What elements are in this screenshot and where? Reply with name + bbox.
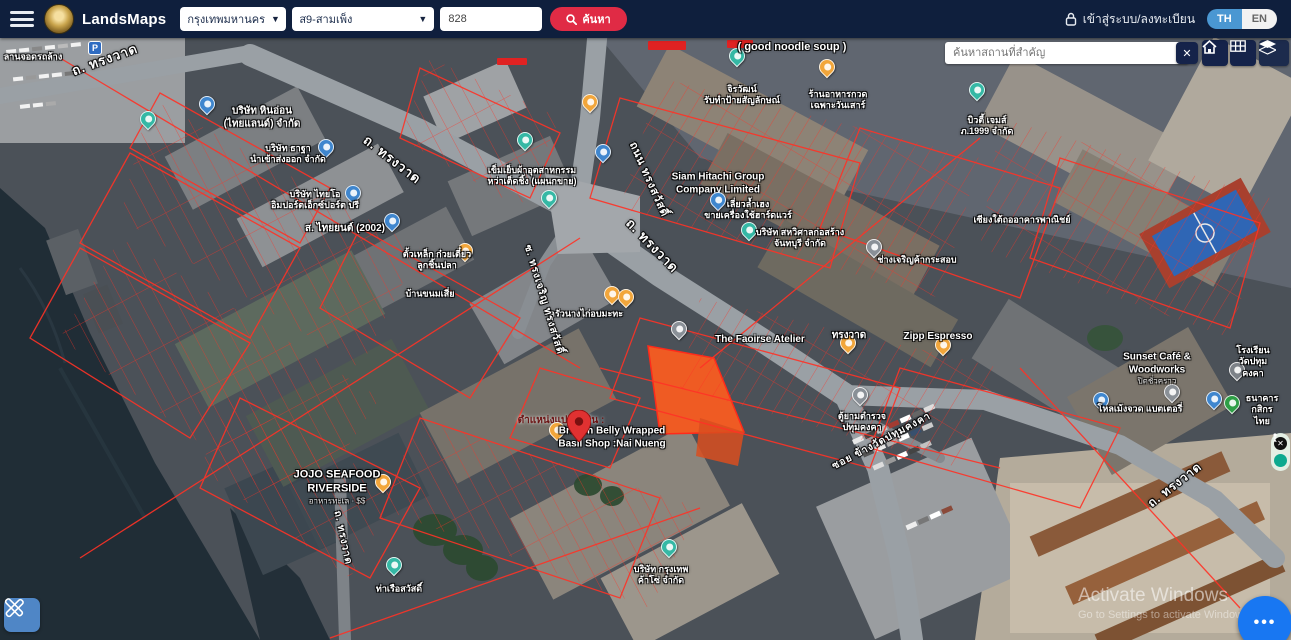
grid-button[interactable]: [1230, 40, 1256, 66]
map-poi-label[interactable]: JOJO SEAFOOD RIVERSIDEอาหารทะเล · $$: [294, 468, 381, 506]
measure-tools-button[interactable]: [4, 598, 40, 632]
layers-button[interactable]: [1259, 40, 1289, 66]
place-search-input[interactable]: [945, 42, 1189, 64]
map-poi-label[interactable]: บริษัท หินอ่อน (ไทยแลนด์) จำกัด: [224, 106, 301, 131]
lands-department-logo: [44, 4, 74, 34]
map-poi-label[interactable]: ท่าเรือสวัสดิ์: [376, 583, 422, 594]
map-poi-label[interactable]: โรงเรียนวัดปทุมคงคา: [1234, 345, 1272, 379]
map-poi-label[interactable]: Sunset Café & Woodworksปิดชั่วคราว: [1123, 352, 1191, 387]
map-poi-label[interactable]: บิวตี้ เจมส์ ภ.1999 จำกัด: [961, 115, 1014, 138]
map-poi-label[interactable]: ธนาคารกสิกรไทย: [1246, 393, 1279, 427]
map-poi-label[interactable]: เลี่ยวล้ำเฮง ขายเครื่องใช้ฮาร์ดแวร์: [704, 199, 792, 222]
home-icon: [1202, 40, 1217, 54]
top-navbar: LandsMaps กรุงเทพมหานคร▼ ส9-สามเพ็ง▼ ค้น…: [0, 0, 1291, 38]
language-toggle: TH EN: [1207, 9, 1277, 29]
clear-search-button[interactable]: ✕: [1176, 42, 1198, 64]
map-poi-label[interactable]: จิรวัฒน์ รับทำป้ายสัญลักษณ์: [704, 84, 780, 107]
map-poi-label[interactable]: The Faoirse Atelier: [715, 334, 805, 347]
pegman-icon[interactable]: [1274, 454, 1287, 467]
map-sheet-select[interactable]: ส9-สามเพ็ง▼: [292, 7, 434, 31]
map-poi-label[interactable]: ทรงวาด: [832, 330, 867, 343]
measure-tools-icon: [4, 598, 24, 618]
map-poi-label[interactable]: Zipp Espresso: [904, 331, 973, 344]
map-poi-label[interactable]: บริษัท สหวิศาลก่อสร้าง จันทบุรี จำกัด: [756, 227, 844, 250]
map-poi-label[interactable]: ช่างเจริญค้ากระสอบ: [877, 254, 956, 265]
chat-button[interactable]: •••: [1238, 596, 1291, 640]
chevron-down-icon: ▼: [271, 14, 280, 24]
parcel-number-input[interactable]: [440, 7, 542, 31]
map-viewport: P ลานจอดรถล้าง( good noodle soup )จิรวัฒ…: [0, 38, 1291, 640]
search-button[interactable]: ค้นหา: [550, 7, 626, 31]
satellite-map-canvas[interactable]: [0, 38, 1291, 640]
chevron-down-icon: ▼: [418, 14, 427, 24]
login-register-link[interactable]: เข้าสู่ระบบ/ลงทะเบียน: [1065, 10, 1195, 29]
map-poi-label[interactable]: บ้านขนมเสี่ย: [406, 288, 455, 299]
map-poi-label[interactable]: ครัวนางไก่อบมะทะ: [549, 308, 623, 319]
map-poi-label[interactable]: บริษัท กรุงเทพ ค้าโซ่ จำกัด: [634, 564, 689, 587]
province-select[interactable]: กรุงเทพมหานคร▼: [180, 7, 286, 31]
lang-en-button[interactable]: EN: [1242, 9, 1277, 29]
lang-th-button[interactable]: TH: [1207, 9, 1242, 29]
map-poi-label[interactable]: บริษัท ไทยโอ อิมปอร์ตเอ็กซ์ปอร์ต ปรี: [271, 189, 359, 212]
map-poi-label[interactable]: เซียงใต้ถออาคารพาณิชย์: [973, 214, 1070, 225]
map-poi-label[interactable]: เข็มเย็บผ้าอุตสาหกรรม หว่าเต็ดชิ้ง (แผนก…: [488, 165, 577, 188]
lock-icon: [1065, 12, 1077, 26]
map-poi-label[interactable]: บริษัท ธาฐา นำเข้าส่งออก จำกัด: [250, 143, 326, 166]
layers-icon: [1259, 40, 1276, 55]
app-title: LandsMaps: [82, 11, 166, 28]
hamburger-menu-icon[interactable]: [10, 11, 34, 27]
map-poi-label[interactable]: ( good noodle soup ): [738, 41, 847, 55]
map-poi-label[interactable]: โหลเม้งจวด แบตเตอรี่: [1098, 403, 1183, 414]
streetview-control: ✕: [1271, 433, 1290, 471]
map-poi-label[interactable]: ส. ไทยยนต์ (2002): [305, 223, 385, 236]
map-poi-label[interactable]: ลานจอดรถล้าง: [4, 51, 63, 62]
home-button[interactable]: [1202, 40, 1228, 66]
map-poi-label[interactable]: ตั้วเหล็ก ก๋วยเตี๋ยว ลูกชิ้นปลา: [403, 249, 471, 272]
magnifier-icon: [566, 14, 577, 25]
map-poi-label[interactable]: ตู้ยามตำรวจ ปทุมคงคา: [838, 411, 886, 434]
grid-icon: [1230, 40, 1246, 52]
map-poi-label[interactable]: ร้านอาหารกวด เฉพาะวันเสาร์: [809, 89, 868, 112]
